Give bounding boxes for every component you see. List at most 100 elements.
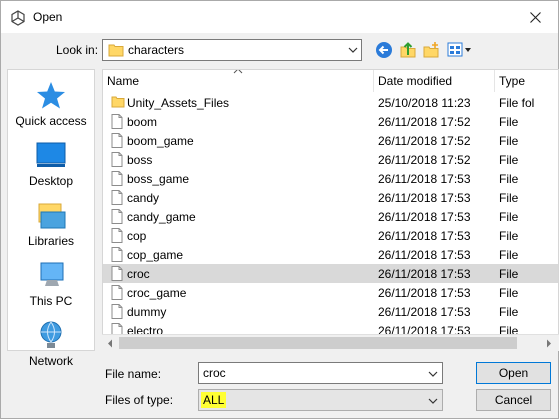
- column-header-name[interactable]: Name: [103, 70, 374, 92]
- column-header-date[interactable]: Date modified: [374, 70, 495, 92]
- file-name: croc: [127, 267, 150, 281]
- file-type: File: [499, 115, 519, 129]
- file-icon: [111, 190, 123, 205]
- horizontal-scrollbar[interactable]: [102, 334, 559, 351]
- file-type-label: Files of type:: [105, 393, 174, 407]
- file-row[interactable]: boss 26/11/2018 17:52 File: [103, 150, 558, 169]
- look-in-combobox[interactable]: characters: [102, 39, 362, 61]
- scroll-left-icon[interactable]: [107, 339, 113, 348]
- place-label: Desktop: [28, 174, 74, 188]
- file-icon: [111, 133, 123, 148]
- file-name: candy: [127, 191, 160, 205]
- file-row[interactable]: cop_game 26/11/2018 17:53 File: [103, 245, 558, 264]
- file-name: croc_game: [127, 286, 187, 300]
- place-libraries[interactable]: Libraries: [8, 200, 94, 248]
- file-row[interactable]: croc 26/11/2018 17:53 File: [103, 264, 558, 283]
- file-name: boss_game: [127, 172, 190, 186]
- network-icon: [40, 321, 62, 348]
- star-icon: [37, 82, 65, 109]
- file-icon: [111, 171, 123, 186]
- file-date: 26/11/2018 17:53: [378, 267, 471, 281]
- file-row[interactable]: boom 26/11/2018 17:52 File: [103, 112, 558, 131]
- window-title: Open: [33, 10, 63, 24]
- file-type: File: [499, 286, 519, 300]
- place-network[interactable]: Network: [8, 320, 94, 368]
- file-row[interactable]: Unity_Assets_Files 25/10/2018 11:23 File f…: [103, 93, 558, 112]
- place-quick-access[interactable]: Quick access: [8, 80, 94, 128]
- chevron-down-icon[interactable]: [428, 369, 438, 379]
- unity-logo-icon: [11, 10, 25, 26]
- file-row[interactable]: cop 26/11/2018 17:53 File: [103, 226, 558, 245]
- file-type-select[interactable]: ALL: [198, 389, 443, 411]
- file-type: File: [499, 305, 519, 319]
- close-icon: [529, 11, 541, 23]
- file-icon: [111, 209, 123, 224]
- file-row[interactable]: croc_game 26/11/2018 17:53 File: [103, 283, 558, 302]
- chevron-down-icon: [348, 47, 358, 53]
- file-date: 26/11/2018 17:52: [378, 134, 471, 148]
- file-name: cop: [127, 229, 147, 243]
- cancel-button[interactable]: Cancel: [476, 389, 551, 411]
- scroll-right-icon[interactable]: [546, 339, 552, 348]
- up-folder-icon[interactable]: [399, 41, 417, 59]
- file-type: File: [499, 248, 519, 262]
- column-header-type[interactable]: Type: [495, 70, 558, 92]
- places-bar: Quick access Desktop Libraries This PC N…: [7, 69, 95, 368]
- file-name-value: croc: [203, 366, 226, 380]
- back-icon[interactable]: [375, 41, 393, 59]
- folder-icon: [108, 44, 124, 57]
- file-name: boom_game: [127, 134, 194, 148]
- desktop-icon: [36, 142, 66, 167]
- file-row[interactable]: boss_game 26/11/2018 17:53 File: [103, 169, 558, 188]
- file-name: boss: [127, 153, 153, 167]
- look-in-value: characters: [128, 43, 185, 57]
- file-date: 26/11/2018 17:53: [378, 248, 471, 262]
- folder-icon: [111, 96, 125, 108]
- computer-icon: [40, 262, 64, 286]
- file-type: File: [499, 172, 519, 186]
- file-name: cop_game: [127, 248, 184, 262]
- file-date: 26/11/2018 17:53: [378, 191, 471, 205]
- file-type: File: [499, 153, 519, 167]
- file-row[interactable]: candy 26/11/2018 17:53 File: [103, 188, 558, 207]
- file-date: 26/11/2018 17:53: [378, 286, 471, 300]
- place-desktop[interactable]: Desktop: [8, 140, 94, 188]
- file-type: File fol: [499, 96, 535, 110]
- file-row[interactable]: candy_game 26/11/2018 17:53 File: [103, 207, 558, 226]
- file-type: File: [499, 267, 519, 281]
- file-icon: [111, 228, 123, 243]
- file-name-input[interactable]: croc: [198, 362, 443, 384]
- chevron-down-icon: [428, 398, 438, 404]
- look-in-label: Look in:: [56, 43, 99, 57]
- file-list[interactable]: Name Date modified Type Unity_Assets_Fil…: [102, 69, 559, 351]
- file-icon: [111, 247, 123, 262]
- place-label: Network: [28, 354, 73, 368]
- file-name: Unity_Assets_Files: [127, 96, 230, 110]
- file-name: dummy: [127, 305, 167, 319]
- open-button[interactable]: Open: [476, 362, 551, 384]
- view-menu-icon[interactable]: [447, 41, 473, 59]
- list-header: Name Date modified Type: [103, 70, 558, 92]
- libraries-icon: [38, 203, 66, 229]
- file-icon: [111, 304, 123, 319]
- close-button[interactable]: [512, 1, 558, 33]
- file-row[interactable]: boom_game 26/11/2018 17:52 File: [103, 131, 558, 150]
- file-icon: [111, 114, 123, 129]
- file-date: 26/11/2018 17:52: [378, 115, 471, 129]
- file-row[interactable]: dummy 26/11/2018 17:53 File: [103, 302, 558, 321]
- file-type: File: [499, 191, 519, 205]
- file-name-label: File name:: [105, 367, 162, 381]
- file-type: File: [499, 134, 519, 148]
- file-icon: [111, 266, 123, 281]
- file-date: 26/11/2018 17:52: [378, 153, 471, 167]
- file-date: 26/11/2018 17:53: [378, 210, 471, 224]
- place-this-pc[interactable]: This PC: [8, 260, 94, 308]
- file-date: 26/11/2018 17:53: [378, 172, 471, 186]
- file-name: boom: [127, 115, 158, 129]
- file-type: File: [499, 210, 519, 224]
- scrollbar-thumb[interactable]: [119, 337, 517, 349]
- file-type: File: [499, 229, 519, 243]
- new-folder-icon[interactable]: [422, 41, 440, 59]
- file-type-value: ALL: [201, 392, 227, 408]
- file-icon: [111, 152, 123, 167]
